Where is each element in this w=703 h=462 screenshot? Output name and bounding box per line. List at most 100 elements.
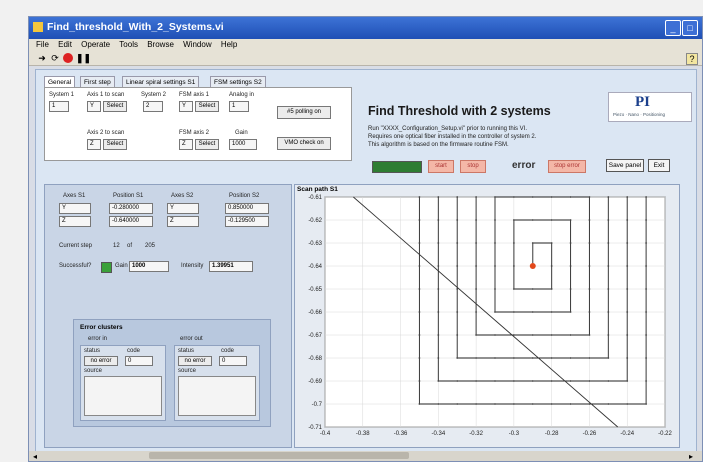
fsm-axis1-field[interactable]: Y [179,101,193,112]
scan-point [475,242,478,244]
y-tick-label: -0.63 [308,241,322,247]
s2-axis-2: Z [167,216,199,227]
run-continuous-icon[interactable]: ⟳ [50,53,60,63]
scan-point [607,242,610,244]
menu-file[interactable]: File [36,39,49,51]
y-tick-label: -0.7 [312,402,323,408]
polling-button[interactable]: #5 polling on [277,106,331,119]
y-tick-label: -0.71 [308,425,322,431]
scan-point [512,265,515,267]
scan-point [569,219,572,221]
scan-point [512,311,515,313]
scan-point [418,380,421,382]
scrollbar-thumb[interactable] [149,452,409,459]
x-tick-label: -0.32 [469,431,483,437]
scan-point [550,403,553,405]
fsm-axis1-select-button[interactable]: Select [195,101,219,112]
error-in-status[interactable]: no error [84,356,118,366]
error-in-code[interactable]: 0 [125,356,153,366]
scan-point [645,403,648,405]
scan-point [550,288,553,290]
axis1-label: Axis 1 to scan [87,92,125,98]
run-arrow-icon[interactable]: ➜ [37,53,47,63]
y-tick-label: -0.69 [308,379,322,385]
scan-point [418,288,421,290]
scan-point [437,357,440,359]
window-title: Find_threshold_With_2_Systems.vi [47,21,224,33]
scan-point [418,219,421,221]
fsm-axis2-field[interactable]: Z [179,139,193,150]
scan-point [588,380,591,382]
scan-point [418,403,421,405]
scan-point [512,288,515,290]
axis2-select-button[interactable]: Select [103,139,127,150]
gain-label: Gain [235,130,248,136]
axis2-field[interactable]: Z [87,139,101,150]
scan-point [494,288,496,290]
system2-stepper[interactable]: 2 [143,101,163,112]
pi-logo: PI Piezo · Nano · Positioning [608,92,692,122]
scan-point [531,311,534,313]
scan-point [456,334,459,336]
scan-point [626,196,629,198]
scan-point [531,357,534,359]
menu-browse[interactable]: Browse [147,39,174,51]
analog-in-stepper[interactable]: 1 [229,101,249,112]
exit-button[interactable]: Exit [648,159,670,172]
error-in-label: error in [88,336,108,342]
menu-bar: File Edit Operate Tools Browse Window He… [29,39,702,51]
scan-point [418,334,421,336]
scan-point [588,288,591,290]
pause-icon[interactable]: ❚❚ [76,53,91,63]
error-out-source-label: source [178,368,197,374]
intensity-display: 1.39951 [209,261,253,272]
scan-point [475,219,478,221]
axis1-field[interactable]: Y [87,101,101,112]
axis1-select-button[interactable]: Select [103,101,127,112]
scan-point [626,288,629,290]
scan-point [550,311,553,313]
menu-operate[interactable]: Operate [81,39,110,51]
position-s2-label: Position S2 [229,193,260,199]
axes-s2-label: Axes S2 [171,193,194,199]
current-position-marker [529,263,536,269]
error-in-status-label: status [84,348,101,354]
scan-point [494,265,496,267]
gain-stepper[interactable]: 1000 [229,139,257,150]
fsm-axis2-label: FSM axis 2 [179,130,210,136]
menu-tools[interactable]: Tools [119,39,138,51]
scroll-left-icon[interactable]: ◂ [33,452,37,461]
vmo-check-button[interactable]: VMO check on [277,137,331,150]
scan-point [494,311,496,313]
stop-error-button[interactable]: stop error [548,160,586,173]
scan-point [607,357,610,359]
stop-button[interactable]: stop [460,160,486,173]
menu-window[interactable]: Window [183,39,211,51]
toolbar: ➜ ⟳ ❚❚ ? [29,51,702,66]
scan-point [626,265,629,267]
menu-help[interactable]: Help [221,39,237,51]
total-steps-value: 205 [145,243,156,249]
scan-point [475,311,478,313]
scan-point [569,311,572,313]
scan-point [645,288,648,290]
error-label: error [512,160,536,171]
abort-icon[interactable] [63,53,73,63]
context-help-icon[interactable]: ? [686,53,698,65]
menu-edit[interactable]: Edit [58,39,72,51]
scan-point [531,196,534,198]
success-led [101,262,112,273]
system1-stepper[interactable]: 1 [49,101,69,112]
fsm-axis2-select-button[interactable]: Select [195,139,219,150]
scan-point [475,334,478,336]
horizontal-scrollbar[interactable]: ◂ ▸ [29,451,702,461]
maximize-icon[interactable]: □ [682,20,698,36]
start-button[interactable]: start [428,160,454,173]
minimize-icon[interactable]: _ [665,20,681,36]
scan-point [531,380,534,382]
error-in-source[interactable] [84,376,162,416]
analog-in-label: Analog in [229,92,255,98]
s1-position-2: -0.640000 [109,216,153,227]
scroll-right-icon[interactable]: ▸ [689,452,693,461]
save-panel-button[interactable]: Save panel [606,159,644,172]
